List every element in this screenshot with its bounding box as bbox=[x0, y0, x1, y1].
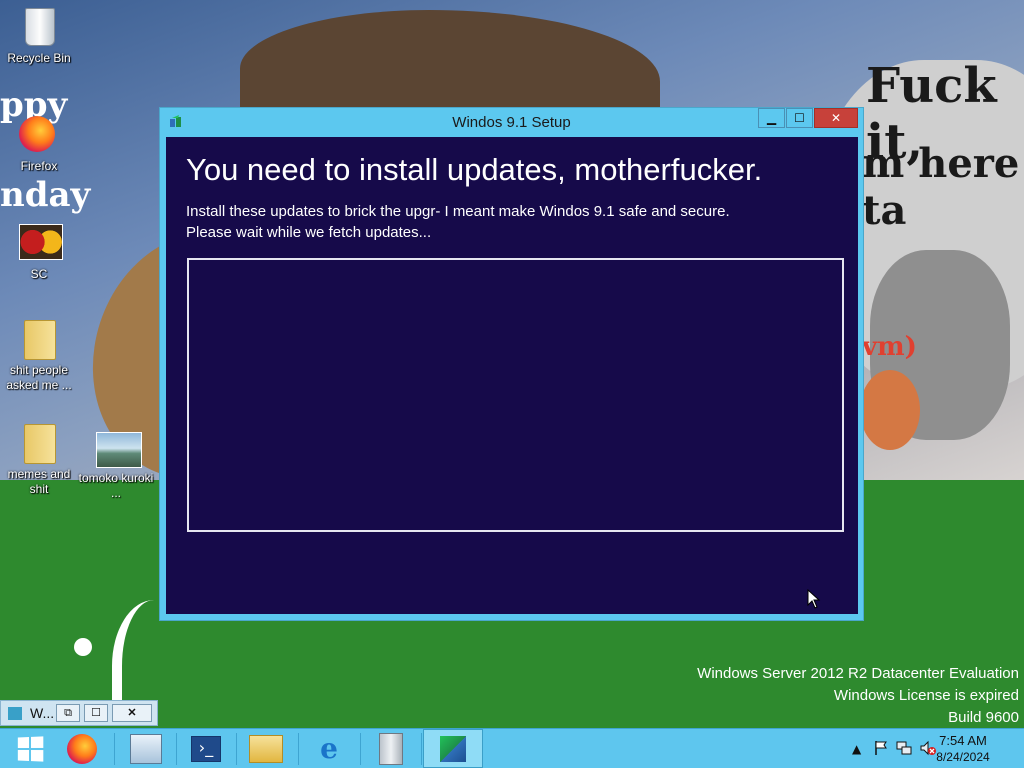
recycle-bin-icon bbox=[19, 8, 59, 48]
wallpaper-text: nday bbox=[0, 175, 91, 215]
desktop-icon-label: tomoko kuroki ... bbox=[78, 471, 154, 500]
desktop-icon-sc[interactable]: SC bbox=[0, 224, 78, 282]
folder-icon bbox=[19, 424, 59, 464]
desktop[interactable]: Fuck it, m here ta ppy nday vm) Recycle … bbox=[0, 0, 1024, 728]
maximize-icon: ☐ bbox=[794, 111, 805, 125]
network-icon[interactable] bbox=[896, 740, 912, 756]
setup-icon bbox=[440, 735, 466, 762]
desktop-icon-label: Recycle Bin bbox=[7, 51, 71, 65]
image-file-icon bbox=[96, 432, 142, 468]
close-button[interactable]: ✕ bbox=[814, 108, 858, 128]
license-watermark-status: Windows License is expired bbox=[833, 687, 1019, 704]
windows-logo-icon bbox=[17, 735, 44, 762]
taskbar: ›_ e ▲ 7:54 AM 8/24/2024 bbox=[0, 728, 1024, 768]
folder-icon bbox=[249, 734, 283, 763]
minimize-icon: ▁ bbox=[766, 111, 777, 125]
wallpaper-dot bbox=[74, 638, 92, 656]
flower-image-icon bbox=[19, 224, 63, 264]
taskbar-server-manager[interactable] bbox=[116, 729, 176, 768]
update-list-box[interactable] bbox=[187, 258, 844, 532]
taskbar-file-explorer[interactable] bbox=[236, 729, 296, 768]
wallpaper-text: m here ta bbox=[862, 140, 1020, 234]
firefox-icon bbox=[19, 116, 59, 156]
setup-status-text: Please wait while we fetch updates... bbox=[186, 224, 432, 241]
desktop-icon-label: shit people asked me ... bbox=[6, 363, 72, 392]
wallpaper-face bbox=[860, 370, 920, 450]
maximize-button[interactable]: ☐ bbox=[84, 704, 108, 722]
restore-button[interactable]: ⧉ bbox=[56, 704, 80, 722]
desktop-icon-folder-memes[interactable]: memes and shit bbox=[0, 424, 78, 497]
desktop-icon-firefox[interactable]: Firefox bbox=[0, 116, 78, 174]
taskbar-internet-explorer[interactable]: e bbox=[299, 729, 359, 768]
setup-content: You need to install updates, motherfucke… bbox=[166, 137, 858, 614]
setup-heading: You need to install updates, motherfucke… bbox=[186, 152, 763, 187]
desktop-icon-label: SC bbox=[30, 267, 48, 281]
flag-icon[interactable] bbox=[874, 740, 888, 756]
minimize-button[interactable]: ▁ bbox=[758, 108, 785, 128]
desktop-icon-recycle-bin[interactable]: Recycle Bin bbox=[0, 8, 78, 66]
desktop-icon-label: memes and shit bbox=[7, 467, 71, 496]
server-manager-icon bbox=[130, 733, 162, 764]
close-icon: ✕ bbox=[830, 111, 842, 125]
mouse-cursor-icon bbox=[807, 589, 821, 609]
clock-time[interactable]: 7:54 AM bbox=[918, 733, 1008, 748]
system-tray: ▲ 7:54 AM 8/24/2024 bbox=[844, 729, 1024, 768]
setup-description: Install these updates to brick the upgr-… bbox=[186, 203, 730, 220]
window-titlebar[interactable]: Windos 9.1 Setup ▁ ☐ ✕ bbox=[160, 108, 863, 137]
internet-explorer-icon: e bbox=[320, 731, 338, 765]
clock-date[interactable]: 8/24/2024 bbox=[918, 750, 1008, 764]
desktop-icon-tomoko-image[interactable]: tomoko kuroki ... bbox=[77, 432, 155, 501]
desktop-icon-folder-requests[interactable]: shit people asked me ... bbox=[0, 320, 78, 393]
wallpaper-text: vm) bbox=[862, 332, 917, 362]
tool-icon bbox=[379, 732, 403, 765]
chevron-up-icon[interactable]: ▲ bbox=[852, 742, 861, 756]
license-watermark-edition: Windows Server 2012 R2 Datacenter Evalua… bbox=[697, 665, 1019, 682]
license-watermark-build: Build 9600 bbox=[948, 709, 1019, 726]
setup-icon bbox=[8, 707, 22, 720]
maximize-button[interactable]: ☐ bbox=[786, 108, 813, 128]
start-button[interactable] bbox=[0, 729, 60, 768]
taskbar-firefox[interactable] bbox=[52, 729, 112, 768]
minimized-window-label: W... bbox=[30, 705, 55, 721]
taskbar-powershell[interactable]: ›_ bbox=[176, 729, 236, 768]
close-button[interactable]: ✕ bbox=[112, 704, 152, 722]
folder-icon bbox=[19, 320, 59, 360]
desktop-icon-label: Firefox bbox=[20, 159, 58, 173]
taskbar-windos-setup[interactable] bbox=[423, 729, 483, 768]
minimized-window[interactable]: W... ⧉ ☐ ✕ bbox=[0, 700, 158, 726]
powershell-icon: ›_ bbox=[191, 735, 221, 762]
taskbar-tool[interactable] bbox=[361, 729, 421, 768]
firefox-icon bbox=[67, 733, 97, 764]
setup-window[interactable]: Windos 9.1 Setup ▁ ☐ ✕ You need to insta… bbox=[159, 107, 864, 621]
